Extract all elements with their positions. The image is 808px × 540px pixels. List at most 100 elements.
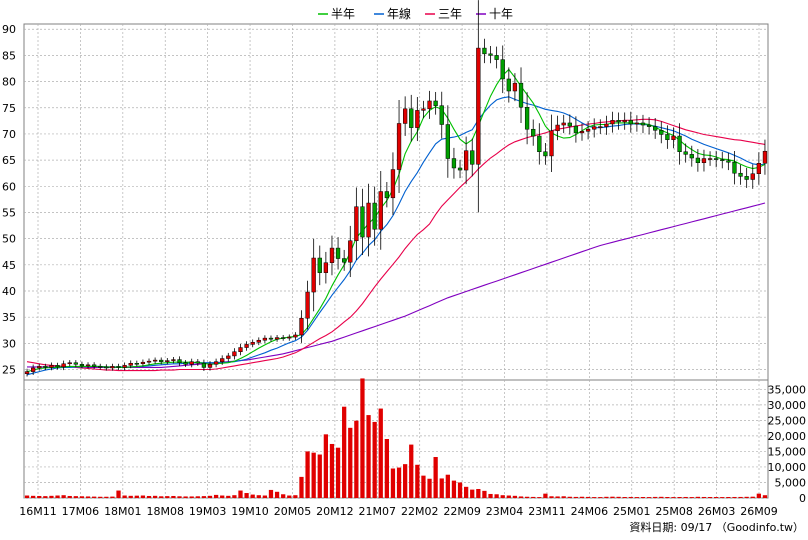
volume-bar xyxy=(305,451,310,498)
candle-body xyxy=(31,367,36,372)
volume-bar xyxy=(396,467,402,498)
volume-bar xyxy=(451,480,457,498)
volume-bar xyxy=(220,495,225,498)
candle-body xyxy=(524,106,530,130)
legend-label: 年線 xyxy=(387,6,411,21)
candle-body xyxy=(335,247,341,259)
volume-bar xyxy=(24,495,30,498)
volume-bar xyxy=(360,378,365,498)
volume-bar xyxy=(98,496,103,498)
candle-body xyxy=(457,167,463,171)
candle-body xyxy=(683,151,688,155)
volume-bar xyxy=(49,495,54,498)
candle-body xyxy=(628,120,633,125)
volume-bar xyxy=(628,496,633,498)
candle-body xyxy=(384,191,389,199)
candle-body xyxy=(24,371,30,374)
x-tick-label: 25M08 xyxy=(655,505,693,518)
volume-tick-label: 5,000 xyxy=(775,476,807,489)
volume-bar xyxy=(585,496,591,498)
candle-body xyxy=(366,202,371,238)
candle-body xyxy=(311,257,316,293)
candle-body xyxy=(189,361,194,365)
candle-body xyxy=(79,364,85,367)
candle-body xyxy=(598,126,603,128)
volume-bar xyxy=(116,490,121,498)
candle-body xyxy=(543,151,548,157)
volume-bar xyxy=(653,496,658,498)
volume-plot-area xyxy=(23,379,769,499)
volume-bar xyxy=(500,495,505,498)
candle-body xyxy=(152,359,158,362)
volume-bar xyxy=(488,493,493,498)
price-tick-label: 65 xyxy=(2,154,16,167)
candle-body xyxy=(244,344,249,348)
candle-body xyxy=(506,78,511,92)
candle-body xyxy=(714,158,719,160)
volume-bar xyxy=(177,496,182,498)
volume-bar xyxy=(616,496,621,498)
volume-bar xyxy=(329,443,335,498)
candle-body xyxy=(677,135,682,152)
candle-body xyxy=(518,82,524,108)
volume-bar xyxy=(403,464,408,498)
price-tick-label: 30 xyxy=(2,337,16,350)
volume-bar xyxy=(592,497,597,498)
volume-bar xyxy=(695,496,701,498)
legend-label: 十年 xyxy=(489,7,513,21)
volume-bar xyxy=(659,496,664,498)
volume-bar xyxy=(79,496,85,498)
candle-body xyxy=(659,130,664,135)
candle-body xyxy=(646,124,652,127)
price-tick-label: 90 xyxy=(2,23,16,36)
price-tick-label: 45 xyxy=(2,259,16,272)
x-tick-label: 22M09 xyxy=(443,505,481,518)
candle-body xyxy=(671,135,676,140)
x-axis: 16M11 17M06 18M01 18M08 19M03 19M10 20M05 20M12… xyxy=(19,505,778,518)
price-y-axis: 25 30 35 40 45 50 55 60 65 70 75 80 85 90 xyxy=(2,23,16,376)
volume-bar xyxy=(342,406,347,498)
volume-bar xyxy=(634,497,640,498)
candle-body xyxy=(488,53,493,56)
candle-body xyxy=(427,100,432,110)
candle-body xyxy=(116,366,121,368)
volume-bar xyxy=(714,497,719,498)
candle-body xyxy=(159,359,164,362)
price-tick-label: 35 xyxy=(2,311,16,324)
candle-body xyxy=(610,120,615,125)
volume-bar xyxy=(750,496,755,498)
x-tick-label: 20M05 xyxy=(274,505,312,518)
volume-bar xyxy=(232,495,237,498)
candle-body xyxy=(720,159,725,161)
volume-bar xyxy=(756,493,761,498)
candle-body xyxy=(592,126,597,130)
price-tick-label: 40 xyxy=(2,285,16,298)
candle-body xyxy=(531,128,536,137)
x-tick-label: 21M07 xyxy=(359,505,397,518)
volume-bar xyxy=(579,496,585,498)
candle-body xyxy=(122,365,127,368)
volume-bar xyxy=(762,495,768,498)
candle-body xyxy=(390,169,396,199)
volume-bar xyxy=(476,488,481,498)
volume-bar xyxy=(677,497,682,498)
candle-body xyxy=(549,130,554,157)
volume-bar xyxy=(671,497,676,498)
candle-body xyxy=(268,337,274,340)
candle-body xyxy=(98,366,103,368)
volume-bar xyxy=(512,495,518,498)
volume-bar xyxy=(348,427,353,498)
candle-body xyxy=(354,206,359,241)
price-tick-label: 50 xyxy=(2,233,16,246)
x-tick-label: 23M11 xyxy=(528,505,566,518)
volume-bar xyxy=(201,496,207,498)
volume-tick-label: 25,000 xyxy=(768,414,807,427)
volume-bar xyxy=(573,496,579,498)
price-tick-label: 55 xyxy=(2,206,16,219)
candle-body xyxy=(604,123,609,127)
x-tick-label: 16M11 xyxy=(19,505,57,518)
volume-bar xyxy=(744,496,749,498)
volume-bar xyxy=(268,489,274,498)
candle-body xyxy=(140,361,146,365)
volume-bar xyxy=(293,495,298,498)
